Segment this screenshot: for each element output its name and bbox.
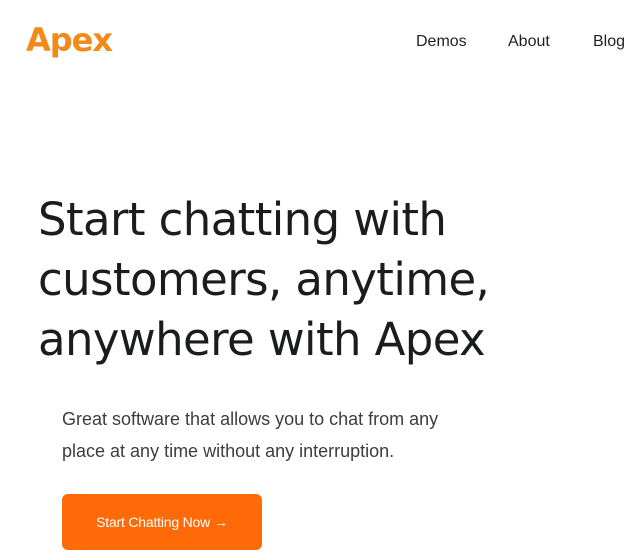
landing-page: Apex Demos About Blog Start chatting wit…	[0, 0, 642, 560]
hero-title-line: customers, anytime,	[38, 253, 490, 306]
hero-subtitle-line: place at any time without any interrupti…	[62, 441, 395, 461]
hero-subtitle-line: Great software that allows you to chat f…	[62, 409, 439, 429]
site-header: Apex Demos About Blog	[0, 0, 642, 84]
start-chatting-button[interactable]: Start Chatting Now →	[62, 494, 262, 550]
nav-link-demos[interactable]: Demos	[416, 30, 467, 54]
arrow-right-icon: →	[214, 514, 228, 530]
hero-title: Start chatting with customers, anytime, …	[38, 190, 628, 370]
nav-link-blog[interactable]: Blog	[593, 30, 625, 54]
apex-logo[interactable]: Apex	[26, 20, 113, 60]
hero-title-line: Start chatting with	[38, 193, 447, 246]
hero-title-line: anywhere with Apex	[38, 313, 486, 366]
hero-subtitle: Great software that allows you to chat f…	[62, 403, 522, 467]
start-chatting-label: Start Chatting Now	[96, 514, 211, 530]
nav-link-about[interactable]: About	[508, 30, 550, 54]
